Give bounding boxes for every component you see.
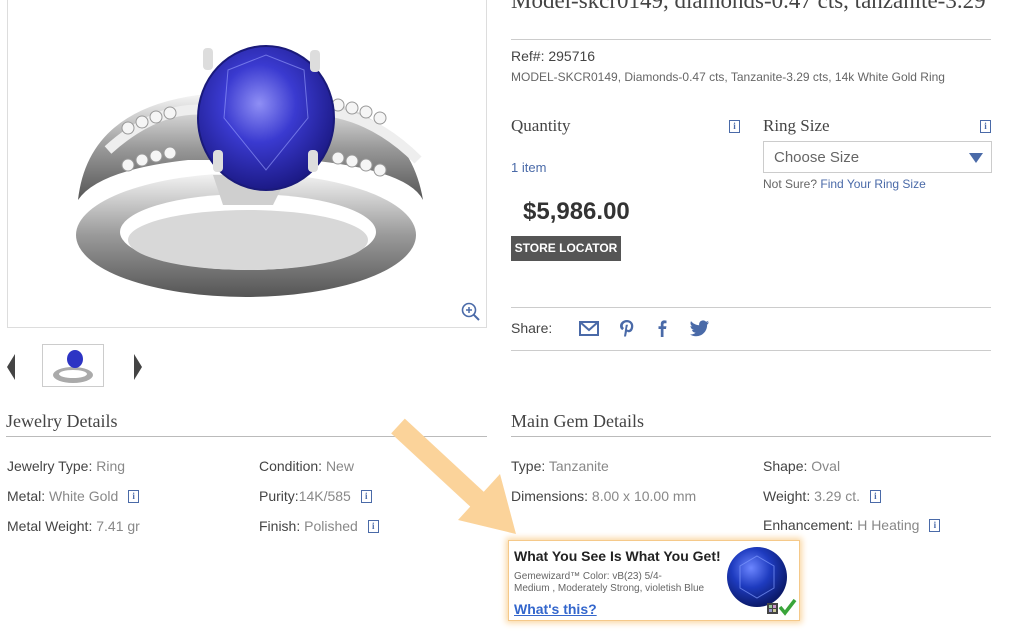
- finish-value: Polished: [304, 518, 358, 534]
- purity-value: 14K/585: [298, 488, 351, 504]
- shape-row: Shape: Oval: [763, 458, 840, 474]
- enhancement-value: H Heating: [857, 517, 920, 533]
- shape-key: Shape:: [763, 458, 808, 474]
- find-ring-size-link[interactable]: Find Your Ring Size: [820, 177, 925, 191]
- jewelry-details-title: Jewelry Details: [6, 411, 118, 431]
- product-title: Model-skcr0149, diamonds-0.47 cts, tanza…: [511, 0, 991, 13]
- purity-info-icon[interactable]: i: [360, 489, 372, 503]
- finish-info-icon[interactable]: i: [367, 519, 379, 533]
- jewelry-type-row: Jewelry Type: Ring: [7, 458, 125, 474]
- gem-weight-value: 3.29 ct.: [814, 488, 861, 504]
- wysiwyg-color-desc: Medium , Moderately Strong, violetish Bl…: [514, 583, 705, 594]
- gem-details-divider: [511, 436, 991, 437]
- wysiwyg-color-info: Gemewizard™ Color: vB(23) 5/4- Medium , …: [514, 571, 729, 595]
- ring-thumbnail-icon: [53, 350, 93, 383]
- ring-size-info-icon[interactable]: i: [980, 120, 991, 133]
- zoom-icon[interactable]: [461, 302, 481, 322]
- finish-row: Finish: Polished i: [259, 518, 379, 534]
- product-model-line: MODEL-SKCR0149, Diamonds-0.47 cts, Tanza…: [511, 70, 945, 84]
- jewelry-type-key: Jewelry Type:: [7, 458, 93, 474]
- metal-info-icon[interactable]: i: [128, 489, 140, 503]
- purity-row: Purity:14K/585 i: [259, 488, 372, 504]
- metal-row: Metal: White Gold i: [7, 488, 140, 504]
- pinterest-icon[interactable]: [616, 318, 638, 338]
- gem-details-title: Main Gem Details: [511, 411, 644, 431]
- dimensions-value: 8.00 x 10.00 mm: [591, 488, 697, 504]
- share-divider-top: [511, 307, 991, 308]
- ring-size-help: Not Sure? Find Your Ring Size: [763, 177, 926, 191]
- arrow-annotation-icon: [391, 418, 516, 534]
- wysiwyg-title: What You See Is What You Get!: [514, 548, 721, 564]
- ring-size-label: Ring Size: [763, 116, 830, 135]
- purity-key: Purity:: [259, 488, 299, 504]
- metal-weight-key: Metal Weight:: [7, 518, 93, 534]
- wysiwyg-color-label: Gemewizard™ Color:: [514, 571, 610, 582]
- product-ref: Ref#: 295716: [511, 48, 596, 64]
- email-icon[interactable]: [578, 318, 600, 338]
- ring-image: [76, 45, 423, 297]
- title-divider: [511, 39, 991, 40]
- condition-value: New: [325, 458, 354, 474]
- quantity-info-icon[interactable]: i: [729, 120, 740, 133]
- condition-row: Condition: New: [259, 458, 354, 474]
- quantity-label: Quantity: [511, 116, 571, 135]
- not-sure-text: Not Sure?: [763, 177, 818, 191]
- store-locator-button[interactable]: STORE LOCATOR: [511, 236, 621, 261]
- gem-weight-row: Weight: 3.29 ct. i: [763, 488, 881, 504]
- product-main-image[interactable]: [7, 0, 487, 328]
- condition-key: Condition:: [259, 458, 323, 474]
- wysiwyg-color-value: vB(23) 5/4-: [612, 571, 662, 582]
- shape-value: Oval: [811, 458, 841, 474]
- facebook-icon[interactable]: [651, 318, 673, 338]
- enhancement-key: Enhancement:: [763, 517, 854, 533]
- share-label: Share:: [511, 320, 553, 336]
- metal-weight-value: 7.41 gr: [96, 518, 140, 534]
- dimensions-row: Dimensions: 8.00 x 10.00 mm: [511, 488, 696, 504]
- ring-size-select[interactable]: Choose Size: [763, 141, 992, 173]
- verified-check-icon: [767, 598, 797, 616]
- enhancement-row: Enhancement: H Heating i: [763, 517, 941, 533]
- jewelry-type-value: Ring: [96, 458, 126, 474]
- gem-type-row: Type: Tanzanite: [511, 458, 609, 474]
- quantity-value[interactable]: 1 item: [511, 160, 546, 175]
- gem-weight-info-icon[interactable]: i: [869, 489, 881, 503]
- metal-value: White Gold: [49, 488, 119, 504]
- chevron-right-icon[interactable]: [133, 354, 143, 380]
- twitter-icon[interactable]: [689, 318, 711, 338]
- wysiwyg-widget[interactable]: What You See Is What You Get! Gemewizard…: [508, 540, 800, 621]
- metal-key: Metal:: [7, 488, 46, 504]
- finish-key: Finish:: [259, 518, 301, 534]
- thumbnail-image[interactable]: [42, 344, 104, 387]
- gem-weight-key: Weight:: [763, 488, 811, 504]
- chevron-left-icon[interactable]: [6, 354, 16, 380]
- ring-size-placeholder: Choose Size: [774, 149, 860, 166]
- gem-type-value: Tanzanite: [548, 458, 609, 474]
- chevron-down-icon: [969, 153, 983, 163]
- enhancement-info-icon[interactable]: i: [929, 518, 941, 532]
- whats-this-link[interactable]: What's this?: [514, 601, 597, 617]
- metal-weight-row: Metal Weight: 7.41 gr: [7, 518, 140, 534]
- share-divider-bottom: [511, 350, 991, 351]
- product-price: $5,986.00: [523, 198, 630, 225]
